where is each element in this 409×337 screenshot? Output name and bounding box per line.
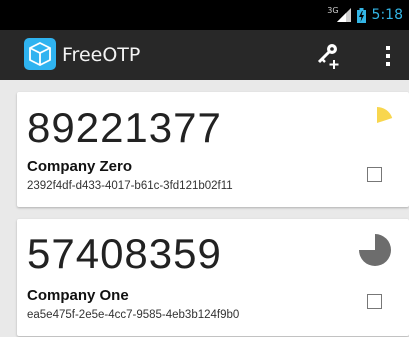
token-card[interactable]: 89221377 Company Zero 2392f4df-d433-4017… <box>17 92 409 207</box>
app-title: FreeOTP <box>62 44 141 66</box>
token-card[interactable]: 57408359 Company One ea5e475f-2e5e-4cc7-… <box>17 219 409 336</box>
select-checkbox[interactable] <box>367 294 382 309</box>
status-indicators: 3G 5:18 <box>327 0 409 30</box>
timer-pie-icon <box>377 107 393 123</box>
token-issuer: Company Zero <box>27 158 133 175</box>
select-checkbox[interactable] <box>367 167 382 182</box>
token-issuer: Company One <box>27 287 129 304</box>
add-token-key-icon[interactable] <box>314 40 344 70</box>
status-bar: 3G 5:18 <box>0 0 409 30</box>
timer-wedge <box>377 107 393 123</box>
battery-charging-icon <box>356 7 366 23</box>
token-label: ea5e475f-2e5e-4cc7-9585-4eb3b124f9b0 <box>27 309 240 321</box>
signal-icon <box>336 8 351 22</box>
overflow-menu-icon[interactable] <box>380 44 396 68</box>
otp-code: 57408359 <box>27 230 222 277</box>
freeotp-cube-icon[interactable] <box>24 38 56 70</box>
network-type: 3G <box>327 5 339 15</box>
timer-pie-icon <box>359 234 391 266</box>
timer-wedge <box>359 234 391 266</box>
clock: 5:18 <box>371 7 403 23</box>
otp-code: 89221377 <box>27 104 222 151</box>
token-label: 2392f4df-d433-4017-b61c-3fd121b02f11 <box>27 180 233 192</box>
